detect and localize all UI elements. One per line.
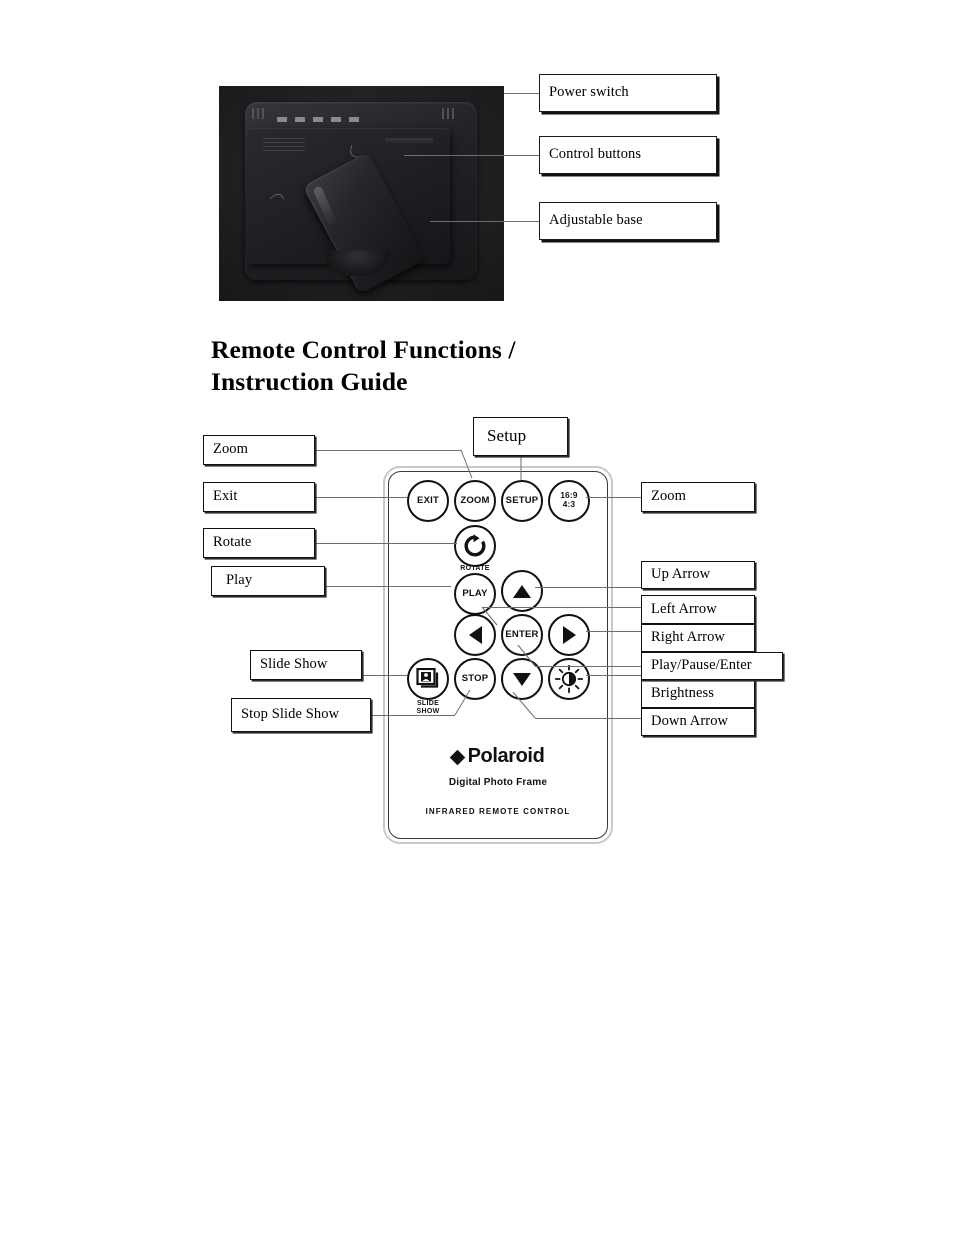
leader-brightness (586, 675, 641, 676)
photo-frame-rear-image (219, 86, 504, 301)
callout-left-arrow-label: Left Arrow (651, 600, 717, 617)
callout-stop-slide-show: Stop Slide Show (231, 698, 371, 732)
callout-adjustable-base-label: Adjustable base (549, 212, 643, 229)
leader-adjustable-base (430, 221, 539, 222)
leader-power-switch (504, 93, 539, 94)
callout-stop-slide-show-label: Stop Slide Show (241, 706, 340, 723)
callout-adjustable-base: Adjustable base (539, 202, 717, 240)
callout-up-arrow-label: Up Arrow (651, 566, 711, 583)
remote-product-name: Digital Photo Frame (448, 777, 548, 788)
panel-slot (385, 138, 433, 144)
leader-control-buttons (404, 155, 539, 156)
callout-play-pause-enter-label: Play/Pause/Enter (651, 657, 752, 674)
leader-zoom-right (586, 497, 641, 498)
callout-slide-show: Slide Show (250, 650, 362, 680)
callout-control-buttons-label: Control buttons (549, 146, 642, 163)
leader-right-arrow (586, 631, 641, 632)
callout-brightness: Brightness (641, 680, 755, 708)
callout-power-switch: Power switch (539, 74, 717, 112)
callout-up-arrow: Up Arrow (641, 561, 755, 589)
callout-zoom-left-label: Zoom (213, 441, 249, 458)
callout-right-arrow-label: Right Arrow (651, 629, 726, 646)
callout-setup-label: Setup (487, 426, 527, 446)
callout-play-label: Play (226, 572, 253, 589)
vent-right (442, 108, 455, 119)
callout-setup: Setup (473, 417, 568, 456)
page-title-line-2: Instruction Guide (211, 367, 408, 397)
page-title: Remote Control Functions / Instruction G… (211, 334, 631, 399)
callout-exit-label: Exit (213, 488, 238, 505)
callout-power-switch-label: Power switch (549, 84, 629, 101)
leader-left-arrow (482, 607, 641, 608)
callout-play: Play (211, 566, 325, 596)
remote-footer-text: INFRARED REMOTE CONTROL (425, 807, 571, 816)
callout-right-arrow: Right Arrow (641, 624, 755, 652)
page-title-line-1: Remote Control Functions / (211, 335, 516, 364)
callout-zoom-right-label: Zoom (651, 488, 687, 505)
callout-exit: Exit (203, 482, 315, 512)
callout-brightness-label: Brightness (651, 685, 715, 702)
leader-up-arrow (535, 587, 641, 588)
callout-zoom-right: Zoom (641, 482, 755, 512)
callout-rotate: Rotate (203, 528, 315, 558)
document-page: Power switch Control buttons Adjustable … (0, 0, 954, 1235)
callout-slide-show-label: Slide Show (260, 656, 328, 673)
power-switch-region (277, 117, 363, 122)
callout-rotate-label: Rotate (213, 534, 252, 551)
vent-left (252, 108, 265, 119)
callout-left-arrow: Left Arrow (641, 595, 755, 624)
callout-down-arrow-label: Down Arrow (651, 713, 729, 730)
callout-zoom-left: Zoom (203, 435, 315, 465)
panel-ridges (263, 138, 305, 151)
callout-play-pause-enter: Play/Pause/Enter (641, 652, 783, 680)
callout-control-buttons: Control buttons (539, 136, 717, 174)
leader-play-pause-enter (535, 666, 641, 667)
callout-down-arrow: Down Arrow (641, 708, 755, 736)
leader-down-arrow (535, 718, 641, 719)
